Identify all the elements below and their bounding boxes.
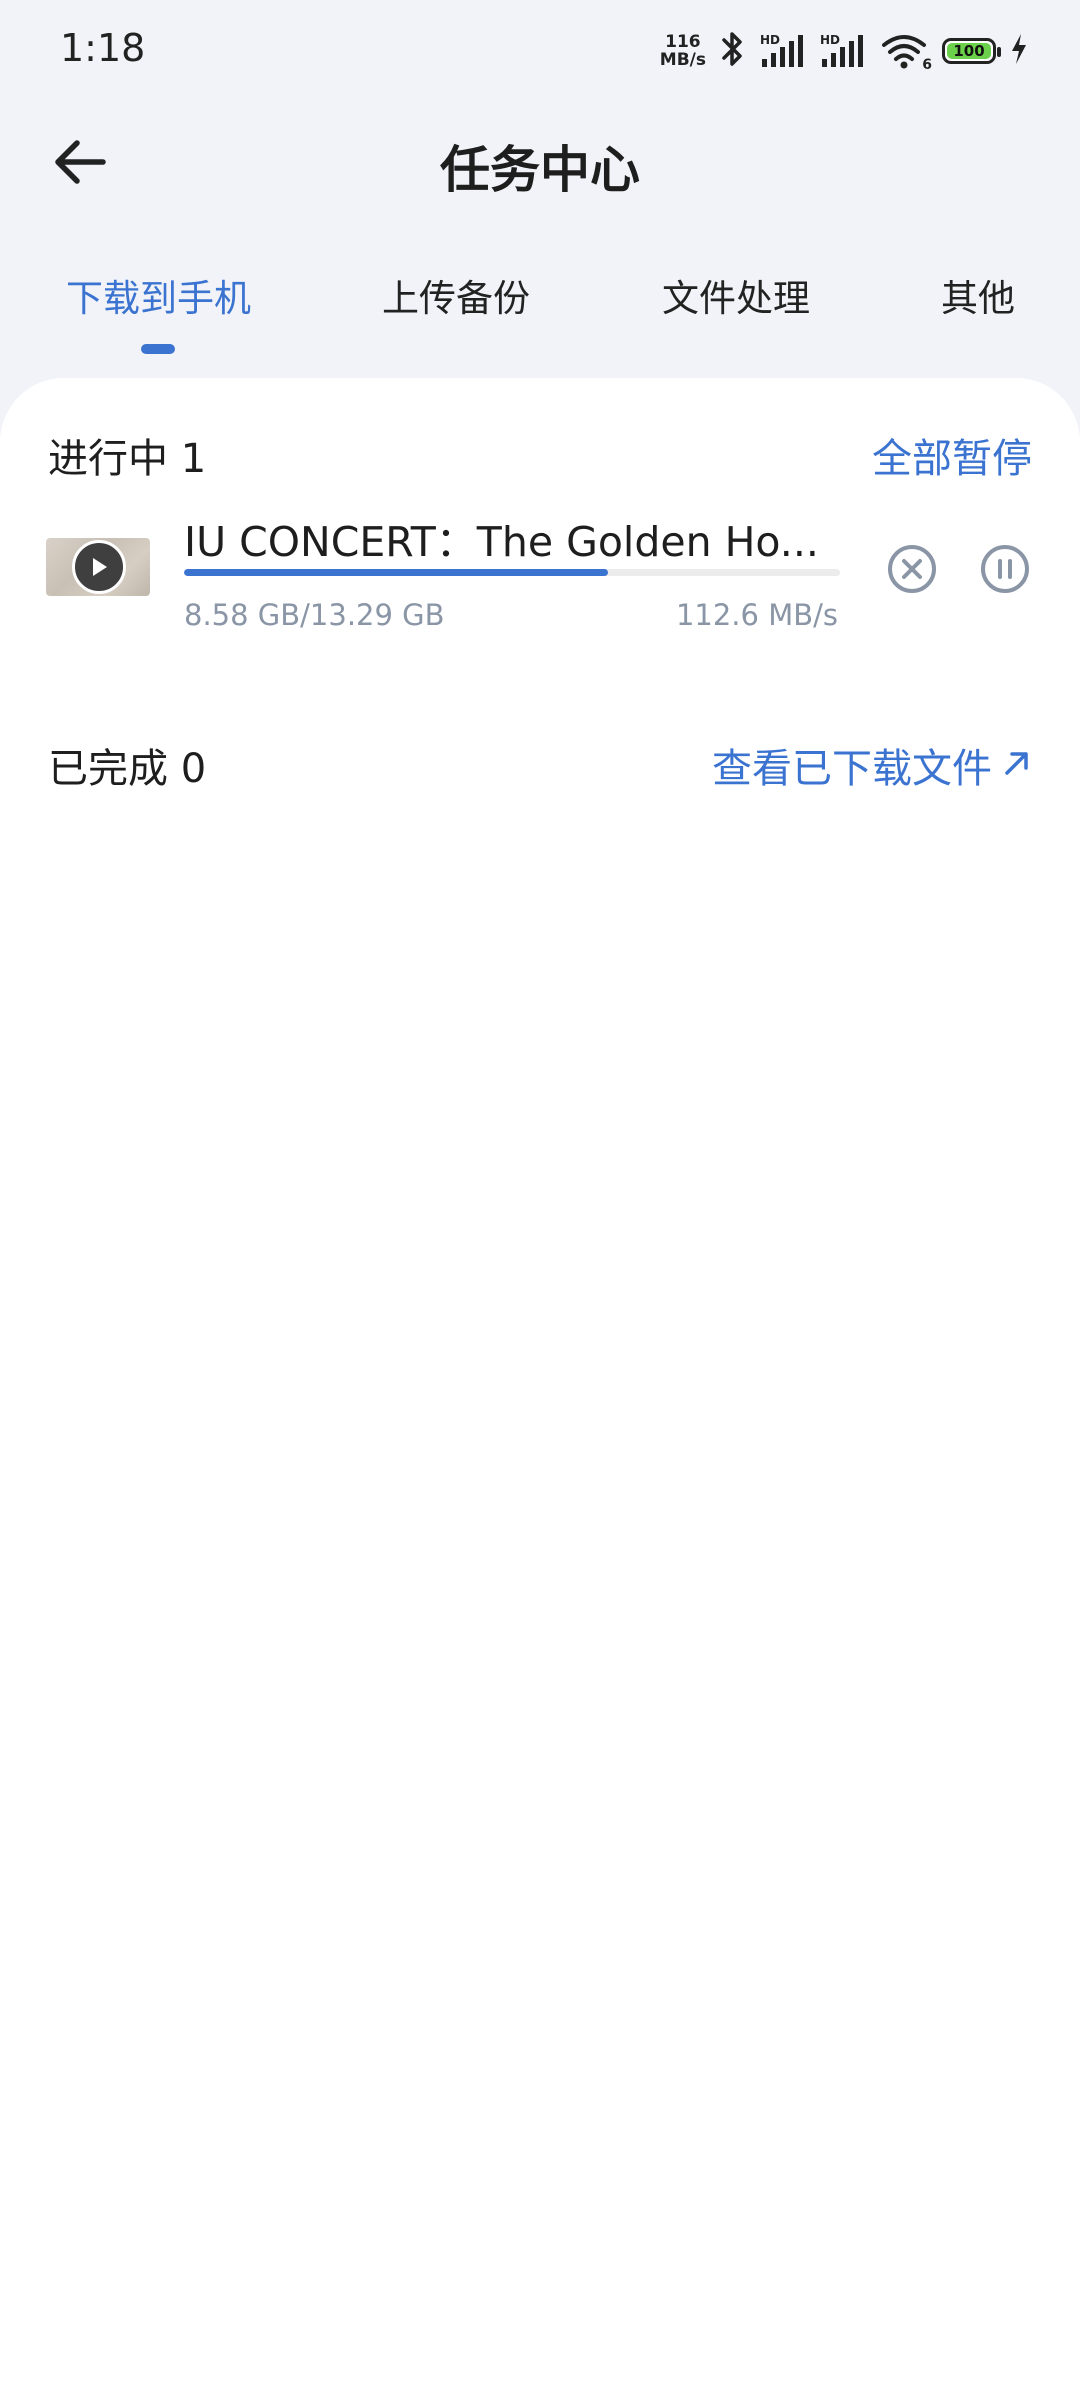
battery-icon: 100 — [942, 38, 1001, 64]
charging-icon — [1010, 33, 1028, 69]
download-progress-fill — [184, 569, 608, 576]
play-icon — [72, 540, 126, 594]
status-icons: 116 MB/s HD HD 6 100 — [660, 26, 1028, 76]
page-title: 任务中心 — [440, 141, 640, 199]
active-tab-indicator — [141, 344, 175, 354]
network-speed-unit: MB/s — [659, 50, 706, 70]
tab-other[interactable]: 其他 — [941, 268, 1015, 322]
pause-circle-icon — [979, 543, 1031, 599]
in-progress-title: 进行中 1 — [48, 436, 207, 482]
status-time: 1:18 — [60, 26, 146, 70]
pause-download-button[interactable] — [977, 543, 1033, 599]
tab-bar: 下载到手机 上传备份 文件处理 其他 — [0, 268, 1080, 358]
view-downloaded-files-link[interactable]: 查看已下载文件 — [712, 736, 1032, 794]
cancel-download-button[interactable] — [884, 543, 940, 599]
wifi-6-label: 6 — [922, 57, 932, 73]
view-downloaded-files-label: 查看已下载文件 — [712, 746, 992, 792]
status-bar: 1:18 116 MB/s HD HD 6 100 — [0, 0, 1080, 100]
network-speed-value: 116 — [665, 32, 701, 52]
completed-title: 已完成 0 — [48, 746, 207, 792]
network-speed: 116 MB/s — [660, 33, 706, 69]
task-size-text: 8.58 GB/13.29 GB — [184, 598, 445, 632]
task-speed-text: 112.6 MB/s — [675, 598, 838, 632]
tab-file-processing[interactable]: 文件处理 — [662, 268, 810, 322]
pause-all-button[interactable]: 全部暂停 — [872, 426, 1032, 484]
close-circle-icon — [886, 543, 938, 599]
tab-download-to-phone[interactable]: 下载到手机 — [66, 268, 251, 322]
arrow-up-right-icon — [1002, 742, 1032, 788]
download-progress-bar — [184, 569, 840, 576]
bluetooth-icon — [720, 30, 746, 72]
task-list-card: 进行中 1 全部暂停 IU CONCERT：The Golden Ho... 8… — [0, 378, 1080, 2400]
video-thumbnail[interactable] — [46, 538, 150, 596]
signal-sim2-icon: HD — [820, 31, 866, 71]
battery-level: 100 — [947, 42, 991, 60]
wifi-icon: 6 — [880, 31, 932, 73]
download-task-row[interactable]: IU CONCERT：The Golden Ho... 8.58 GB/13.2… — [0, 508, 1080, 658]
signal-sim1-icon: HD — [760, 31, 806, 71]
task-file-name: IU CONCERT：The Golden Ho... — [184, 518, 819, 566]
tab-upload-backup[interactable]: 上传备份 — [382, 268, 530, 322]
